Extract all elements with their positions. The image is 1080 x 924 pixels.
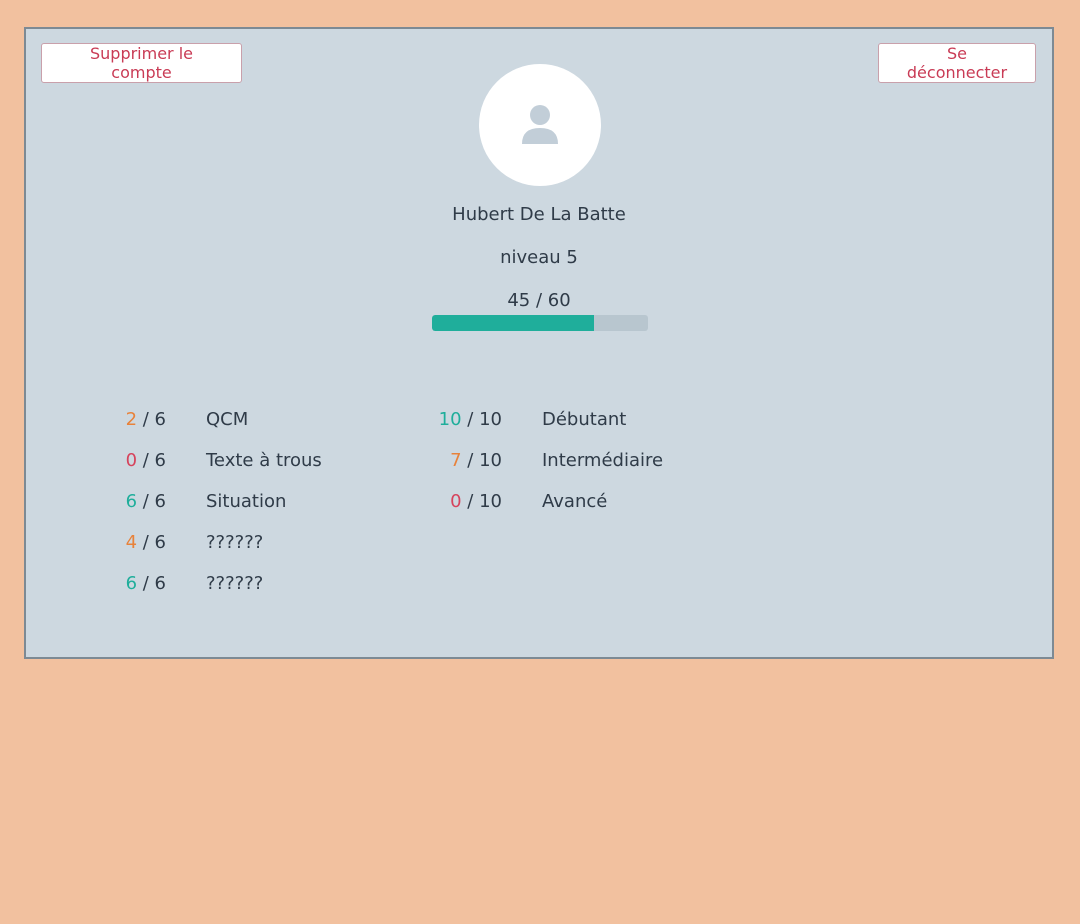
level-row: 0 / 10 Avancé xyxy=(434,481,663,522)
stat-label: Situation xyxy=(206,491,287,512)
user-level: niveau 5 xyxy=(500,247,578,268)
stat-label: QCM xyxy=(206,409,249,430)
level-row: 10 / 10 Débutant xyxy=(434,399,663,440)
delete-account-button[interactable]: Supprimer le compte xyxy=(41,43,242,83)
xp-counter: 45 / 60 xyxy=(507,290,571,311)
category-stats: 2 / 6 QCM 0 / 6 Texte à trous 6 / 6 Situ… xyxy=(122,399,322,604)
level-stats: 10 / 10 Débutant 7 / 10 Intermédiaire 0 … xyxy=(434,399,663,522)
level-score: 7 / 10 xyxy=(450,450,502,471)
stat-row: 2 / 6 QCM xyxy=(122,399,322,440)
level-label: Intermédiaire xyxy=(542,450,664,471)
stat-row: 6 / 6 ?????? xyxy=(122,563,322,604)
stat-label: Texte à trous xyxy=(206,450,322,471)
stat-score: 0 / 6 xyxy=(125,450,166,471)
user-icon xyxy=(522,105,558,144)
level-score: 10 / 10 xyxy=(438,409,502,430)
stat-row: 0 / 6 Texte à trous xyxy=(122,440,322,481)
stat-score: 2 / 6 xyxy=(125,409,166,430)
user-name: Hubert De La Batte xyxy=(452,204,626,225)
level-row: 7 / 10 Intermédiaire xyxy=(434,440,663,481)
stat-label: ?????? xyxy=(206,532,264,553)
avatar xyxy=(479,64,601,186)
stat-row: 4 / 6 ?????? xyxy=(122,522,322,563)
level-label: Avancé xyxy=(542,491,608,512)
level-score: 0 / 10 xyxy=(450,491,502,512)
xp-progress-bar xyxy=(432,315,648,331)
stat-row: 6 / 6 Situation xyxy=(122,481,322,522)
stat-score: 6 / 6 xyxy=(125,573,166,594)
logout-button[interactable]: Se déconnecter xyxy=(878,43,1036,83)
stat-score: 6 / 6 xyxy=(125,491,166,512)
xp-progress-fill xyxy=(432,315,594,331)
profile-panel: Supprimer le compte Se déconnecter Huber… xyxy=(24,27,1054,659)
level-label: Débutant xyxy=(542,409,627,430)
stat-label: ?????? xyxy=(206,573,264,594)
stat-score: 4 / 6 xyxy=(125,532,166,553)
